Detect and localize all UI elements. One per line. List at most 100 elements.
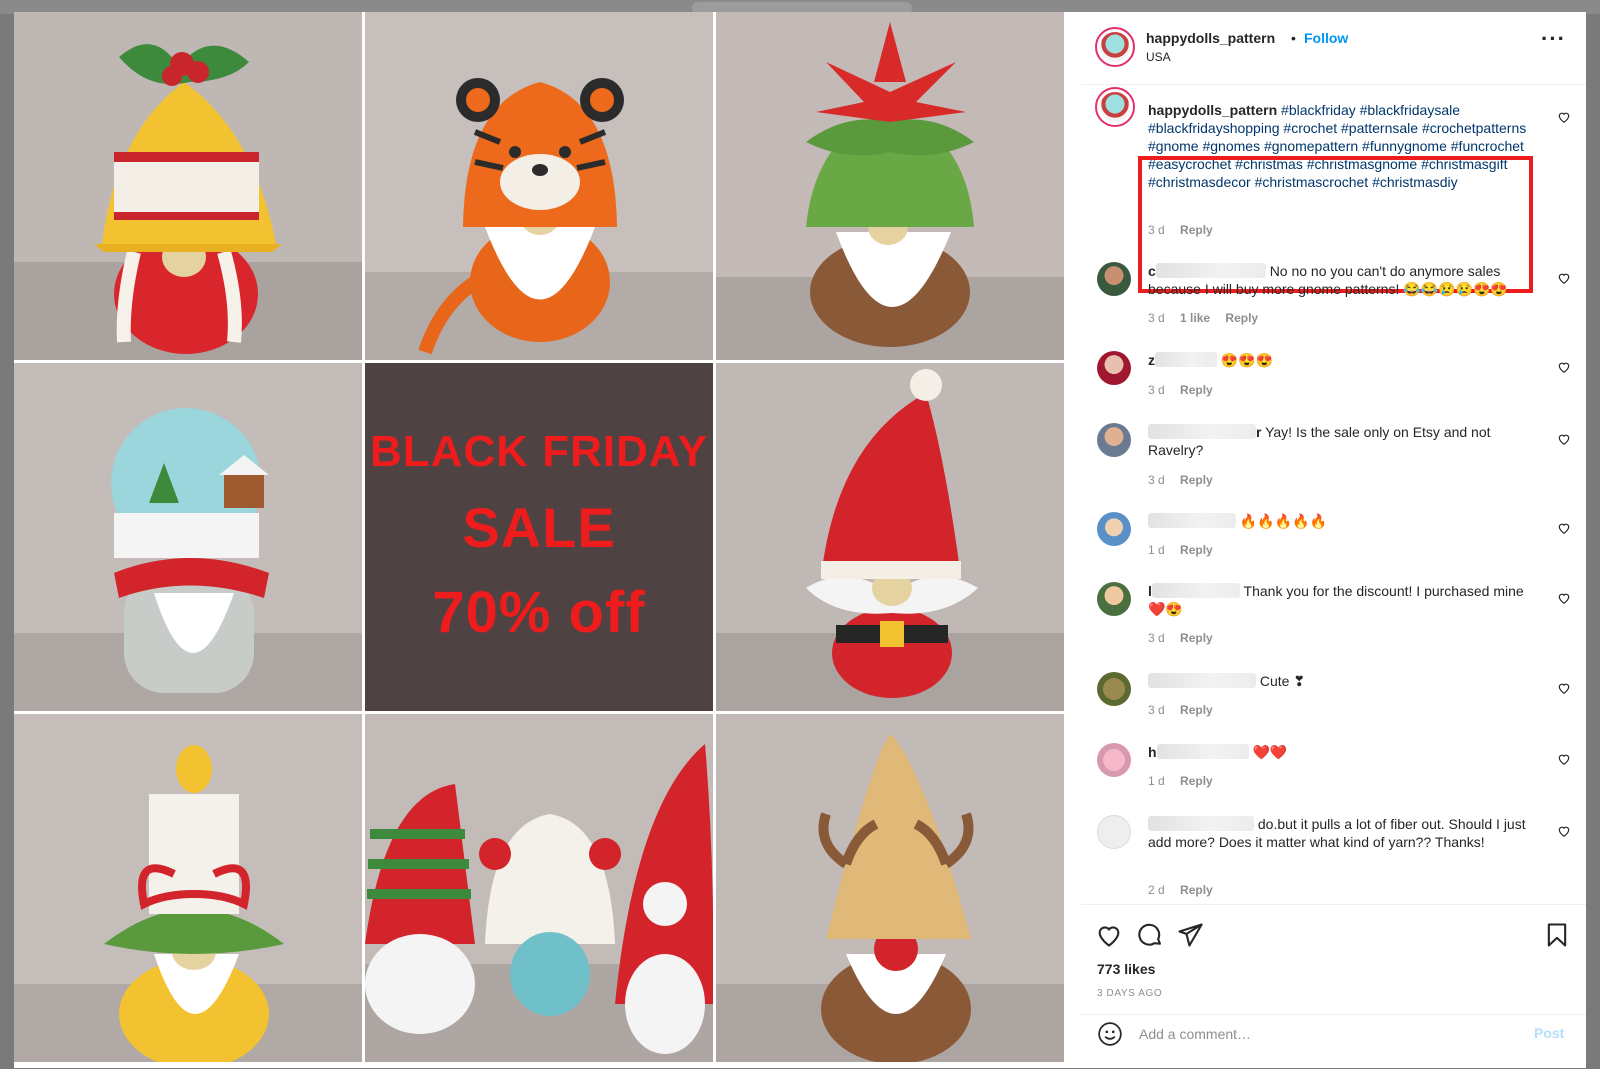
add-comment-bar: Post <box>1081 1014 1586 1069</box>
like-comment-3-icon[interactable] <box>1557 432 1571 446</box>
comment-6-time[interactable]: 3 d <box>1148 703 1165 717</box>
like-comment-6-icon[interactable] <box>1557 681 1571 695</box>
comment-1-avatar[interactable] <box>1097 262 1131 296</box>
comment-7-time[interactable]: 1 d <box>1148 774 1165 788</box>
like-comment-7-icon[interactable] <box>1557 752 1571 766</box>
comment-7-username-blur <box>1156 744 1249 759</box>
emoji-icon[interactable] <box>1097 1021 1123 1047</box>
comment-5-time[interactable]: 3 d <box>1148 631 1165 645</box>
comment-6-meta: 3 d Reply <box>1148 703 1225 717</box>
media-tile-santa-gnome <box>716 363 1064 711</box>
likes-count[interactable]: 773 likes <box>1097 961 1155 977</box>
comment-2-reply-button[interactable]: Reply <box>1180 383 1213 397</box>
media-tile-candle-gnome <box>14 714 362 1062</box>
comment-1-likes[interactable]: 1 like <box>1180 311 1210 325</box>
comment-7-avatar[interactable] <box>1097 743 1131 777</box>
comment-5-username-blur <box>1151 583 1240 598</box>
caption-avatar[interactable] <box>1095 87 1135 127</box>
comment-8: do.but it pulls a lot of fiber out. Shou… <box>1148 815 1533 851</box>
save-bookmark-icon[interactable] <box>1543 921 1571 949</box>
sale-banner-line2: SALE <box>462 496 616 559</box>
like-comment-1-icon[interactable] <box>1557 271 1571 285</box>
header-separator: • <box>1291 30 1296 46</box>
comment-2-time[interactable]: 3 d <box>1148 383 1165 397</box>
sale-banner-tile: BLACK FRIDAY SALE 70% off <box>365 363 713 711</box>
comment-2-username-blur <box>1155 352 1217 367</box>
media-tile-bell-gnome <box>14 12 362 360</box>
comment-8-reply-button[interactable]: Reply <box>1180 883 1213 897</box>
comment-1-username-blur <box>1155 263 1266 278</box>
comment-2: z 😍😍😍 <box>1148 351 1533 369</box>
sale-banner-line3: 70% off <box>432 580 646 645</box>
comment-4: 🔥🔥🔥🔥🔥 <box>1148 512 1533 530</box>
comment-3-time[interactable]: 3 d <box>1148 473 1165 487</box>
comment-6-text: Cute ❣ <box>1259 673 1306 689</box>
comment-1: c No no no you can't do anymore sales be… <box>1148 262 1533 298</box>
comment-1-reply-button[interactable]: Reply <box>1225 311 1258 325</box>
comment-7-text: ❤️❤️ <box>1252 744 1288 760</box>
like-comment-8-icon[interactable] <box>1557 824 1571 838</box>
comment-2-username[interactable]: z <box>1148 352 1155 368</box>
comment-7-meta: 1 d Reply <box>1148 774 1225 788</box>
post-actions: 773 likes 3 DAYS AGO <box>1081 904 1586 1015</box>
comment-7-reply-button[interactable]: Reply <box>1180 774 1213 788</box>
comment-4-text: 🔥🔥🔥🔥🔥 <box>1239 513 1328 529</box>
comment-8-meta: 2 d Reply <box>1148 883 1225 897</box>
comment-5-reply-button[interactable]: Reply <box>1180 631 1213 645</box>
comment-3: r Yay! Is the sale only on Etsy and not … <box>1148 423 1533 459</box>
like-comment-4-icon[interactable] <box>1557 521 1571 535</box>
post-location[interactable]: USA <box>1146 50 1171 64</box>
more-options-icon[interactable]: ··· <box>1541 26 1566 52</box>
sale-banner-line1: BLACK FRIDAY <box>370 427 708 476</box>
comment-4-avatar[interactable] <box>1097 512 1131 546</box>
comment-4-username-blur <box>1148 513 1236 528</box>
author-avatar[interactable] <box>1095 27 1135 67</box>
comment-4-meta: 1 d Reply <box>1148 543 1225 557</box>
like-caption-icon[interactable] <box>1557 110 1571 124</box>
comment-2-avatar[interactable] <box>1097 351 1131 385</box>
post-header: happydolls_pattern • Follow USA ··· <box>1081 12 1586 85</box>
post-comment-button[interactable]: Post <box>1534 1025 1564 1041</box>
comment-3-avatar[interactable] <box>1097 423 1131 457</box>
comment-5-avatar[interactable] <box>1097 582 1131 616</box>
comments-list[interactable]: happydolls_pattern #blackfriday #blackfr… <box>1081 85 1586 905</box>
like-heart-icon[interactable] <box>1095 921 1123 949</box>
comment-4-time[interactable]: 1 d <box>1148 543 1165 557</box>
comment-7-username[interactable]: h <box>1148 744 1157 760</box>
comment-6-username-blur <box>1148 673 1256 688</box>
comment-2-text: 😍😍😍 <box>1220 352 1274 368</box>
media-tile-three-gnomes <box>365 714 713 1062</box>
follow-button[interactable]: Follow <box>1304 30 1348 46</box>
comment-3-meta: 3 d Reply <box>1148 473 1225 487</box>
like-comment-5-icon[interactable] <box>1557 591 1571 605</box>
comment-8-time[interactable]: 2 d <box>1148 883 1165 897</box>
caption-username[interactable]: happydolls_pattern <box>1148 102 1277 118</box>
media-tile-snowglobe-gnome <box>14 363 362 711</box>
comment-4-reply-button[interactable]: Reply <box>1180 543 1213 557</box>
comment-1-time[interactable]: 3 d <box>1148 311 1165 325</box>
comment-3-username[interactable]: r <box>1256 424 1261 440</box>
comment-8-avatar[interactable] <box>1097 815 1131 849</box>
media-tile-poinsettia-gnome <box>716 12 1064 360</box>
post-timestamp[interactable]: 3 DAYS AGO <box>1097 988 1162 999</box>
comment-input[interactable] <box>1137 1019 1501 1049</box>
comment-3-username-blur <box>1148 424 1256 439</box>
post-side-panel: happydolls_pattern • Follow USA ··· happ… <box>1081 12 1586 1068</box>
comment-3-reply-button[interactable]: Reply <box>1180 473 1213 487</box>
comment-6: Cute ❣ <box>1148 672 1533 690</box>
post-media[interactable]: BLACK FRIDAY SALE 70% off <box>14 12 1081 1068</box>
like-comment-2-icon[interactable] <box>1557 360 1571 374</box>
author-username[interactable]: happydolls_pattern <box>1146 30 1275 46</box>
comment-6-reply-button[interactable]: Reply <box>1180 703 1213 717</box>
comment-2-meta: 3 d Reply <box>1148 383 1225 397</box>
comment-5: l Thank you for the discount! I purchase… <box>1148 582 1533 618</box>
comment-8-username-blur <box>1148 816 1254 831</box>
comment-1-username[interactable]: c <box>1148 263 1156 279</box>
share-send-icon[interactable] <box>1176 921 1204 949</box>
comment-bubble-icon[interactable] <box>1136 921 1164 949</box>
comment-7: h ❤️❤️ <box>1148 743 1533 761</box>
media-tile-reindeer-gnome <box>716 714 1064 1062</box>
comment-5-meta: 3 d Reply <box>1148 631 1225 645</box>
comment-1-meta: 3 d 1 like Reply <box>1148 311 1270 325</box>
comment-6-avatar[interactable] <box>1097 672 1131 706</box>
